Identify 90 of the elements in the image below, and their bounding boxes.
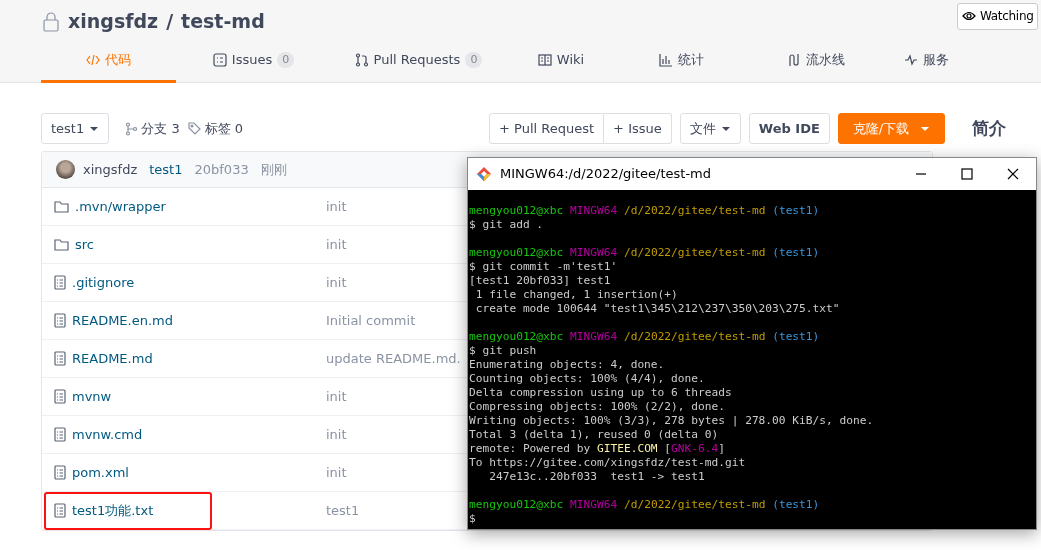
commit-message: init	[326, 273, 347, 292]
terminal-line: Compressing objects: 100% (2/2), done.	[469, 400, 725, 414]
tab[interactable]: 服务	[886, 40, 966, 83]
commit-message: init	[326, 197, 347, 216]
caret-icon	[89, 125, 100, 132]
file-link[interactable]: mvnw.cmd	[72, 424, 143, 445]
bar-chart-icon	[658, 53, 673, 67]
file-icon	[54, 389, 66, 404]
window-title: MINGW64:/d/2022/gitee/test-md	[500, 165, 711, 184]
terminal-line: mengyou012@xbc MINGW64 /d/2022/gitee/test-md (test1)	[469, 330, 820, 344]
watch-button[interactable]: Watching	[957, 3, 1038, 30]
commit-time: 刚刚	[260, 160, 287, 179]
file-link[interactable]: mvnw	[72, 386, 112, 407]
sidebar-title: 简介	[972, 116, 1007, 140]
file-icon	[54, 313, 66, 328]
terminal-line: To https://gitee.com/xingsfdz/test-md.git	[469, 456, 746, 470]
tags-link[interactable]: 标签 0	[187, 118, 244, 139]
terminal-line: remote: Powered by GITEE.COM [GNK-6.4]	[469, 442, 725, 456]
terminal-line: mengyou012@xbc MINGW64 /d/2022/gitee/test-md (test1)	[469, 246, 820, 260]
terminal-line: $ git commit -m'test1'	[469, 260, 618, 274]
terminal-line: Enumerating objects: 4, done.	[469, 358, 665, 372]
file-link[interactable]: README.en.md	[72, 310, 173, 331]
commit-message: init	[326, 387, 347, 406]
terminal-line: $ git add .	[469, 218, 544, 232]
file-dropdown[interactable]: 文件	[679, 113, 741, 144]
lock-icon	[42, 10, 60, 33]
count-badge: 0	[465, 51, 483, 69]
caret-icon	[920, 125, 931, 132]
file-link[interactable]: pom.xml	[72, 462, 129, 483]
pulse-icon	[903, 53, 918, 67]
terminal-line: Delta compression using up to 6 threads	[469, 386, 732, 400]
folder-icon	[54, 238, 69, 251]
file-link[interactable]: .gitignore	[72, 272, 135, 293]
branch-dropdown[interactable]: test1	[41, 113, 110, 144]
code-icon	[86, 53, 100, 67]
branch-icon	[125, 121, 138, 136]
commit-message: test1	[326, 501, 360, 520]
tab[interactable]: Issues 0	[176, 40, 331, 83]
file-icon	[54, 275, 66, 290]
terminal-line: Counting objects: 100% (4/4), done.	[469, 372, 705, 386]
terminal-line: mengyou012@xbc MINGW64 /d/2022/gitee/test-md (test1)	[469, 204, 820, 218]
repo-name-link[interactable]: test-md	[181, 7, 265, 36]
count-badge: 0	[277, 51, 295, 69]
eye-icon	[962, 11, 976, 21]
terminal-line: create mode 100644 "test1\345\212\237\350\203\275.txt"	[474, 302, 840, 316]
separator-text: /	[166, 9, 174, 35]
maximize-icon	[960, 167, 974, 181]
pull-request-icon	[354, 53, 369, 67]
folder-icon	[54, 200, 69, 213]
web-ide-button[interactable]: Web IDE	[748, 113, 830, 144]
file-link[interactable]: README.md	[72, 348, 153, 369]
close-icon	[1006, 167, 1020, 181]
file-icon	[54, 427, 66, 442]
commit-hash: 20bf033	[194, 160, 249, 179]
file-link[interactable]: .mvn/wrapper	[75, 196, 166, 217]
file-icon	[54, 503, 66, 518]
terminal-line: $	[469, 512, 476, 526]
tab[interactable]: Pull Requests 0	[331, 40, 506, 83]
tag-icon	[187, 122, 201, 135]
terminal-line: 1 file changed, 1 insertion(+)	[474, 288, 678, 302]
terminal-line: [test1 20bf033] test1	[469, 274, 611, 288]
commit-message-link[interactable]: test1	[149, 159, 183, 180]
file-icon	[54, 351, 66, 366]
file-icon	[54, 465, 66, 480]
book-icon	[537, 53, 552, 67]
terminal-line: 247e13c..20bf033 test1 -> test1	[488, 470, 705, 484]
file-link[interactable]: src	[75, 234, 94, 255]
tab[interactable]: Wiki	[506, 40, 616, 83]
commit-message: init	[326, 235, 347, 254]
tab[interactable]: 统计	[616, 40, 746, 83]
app-icon	[476, 166, 492, 182]
owner-link[interactable]: xingsfdz	[68, 7, 159, 36]
terminal-line: Total 3 (delta 1), reused 0 (delta 0)	[469, 428, 719, 442]
new-pull-request-button[interactable]: + Pull Request	[489, 113, 605, 144]
author-link[interactable]: xingsfdz	[83, 159, 138, 180]
issue-icon	[212, 53, 227, 67]
commit-message: init	[326, 425, 347, 444]
pipeline-icon	[787, 53, 801, 67]
file-link[interactable]: test1功能.txt	[72, 500, 154, 521]
terminal-line: mengyou012@xbc MINGW64 /d/2022/gitee/test-md (test1)	[469, 498, 820, 512]
commit-message: update README.md.	[326, 349, 461, 368]
terminal-line: Writing objects: 100% (3/3), 278 bytes | 278.00 KiB/s, done.	[469, 414, 874, 428]
tab[interactable]: 流水线	[746, 40, 886, 83]
branches-link[interactable]: 分支 3	[125, 118, 180, 139]
commit-message: Initial commit	[326, 311, 416, 330]
caret-icon	[720, 125, 731, 132]
avatar	[56, 160, 75, 179]
terminal-line: $ git push	[469, 344, 537, 358]
new-issue-button[interactable]: + Issue	[604, 113, 672, 144]
commit-message: init	[326, 463, 347, 482]
